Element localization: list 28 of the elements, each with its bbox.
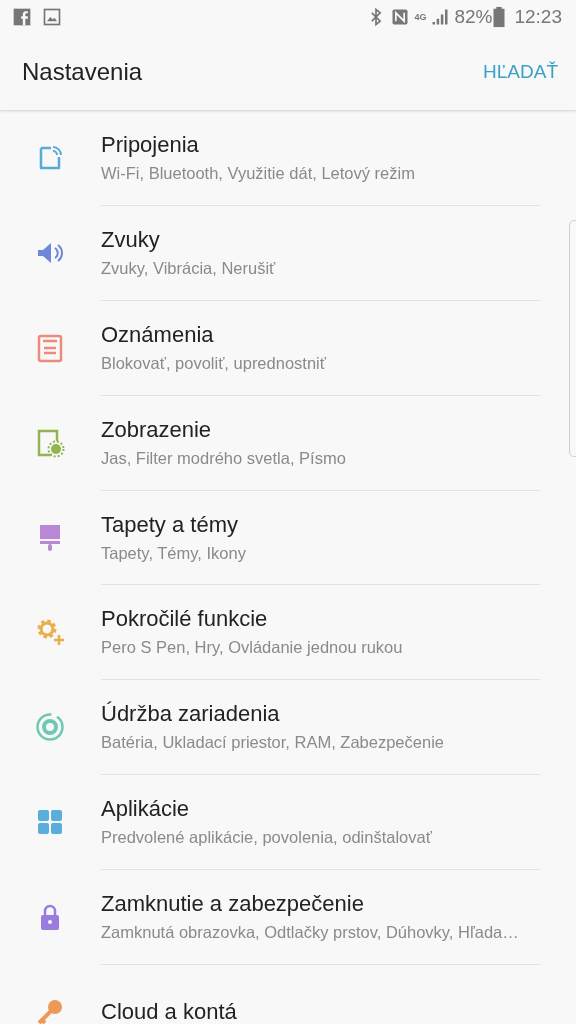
setting-summary: Zamknutá obrazovka, Odtlačky prstov, Dúhovky, Hľada… <box>101 922 520 942</box>
facebook-icon <box>12 7 32 27</box>
page-title: Nastavenia <box>22 58 144 86</box>
setting-summary: Zvuky, Vibrácia, Nerušiť <box>101 259 277 279</box>
setting-summary: Tapety, Témy, Ikony <box>101 543 247 563</box>
battery-percent: 82% <box>454 6 493 28</box>
setting-title[interactable]: Zamknutie a zabezpečenie <box>101 890 540 917</box>
setting-title[interactable]: Pripojenia <box>101 132 540 159</box>
signal-icon <box>430 7 451 27</box>
battery-icon <box>492 6 507 28</box>
setting-summary: Jas, Filter modrého svetla, Písmo <box>101 448 347 468</box>
setting-title[interactable]: Pokročilé funkcie <box>101 606 540 633</box>
image-icon <box>42 7 62 27</box>
clock: 12:23 <box>514 6 562 28</box>
network-type: 4G <box>414 12 427 22</box>
setting-title[interactable]: Údržba zariadenia <box>101 701 540 728</box>
setting-title[interactable]: Zvuky <box>101 227 540 254</box>
setting-summary: Blokovať, povoliť, uprednostniť <box>101 354 327 373</box>
setting-title[interactable]: Aplikácie <box>101 795 540 822</box>
setting-summary: Predvolené aplikácie, povolenia, odinštalovať <box>101 827 433 847</box>
nfc-icon <box>390 7 411 27</box>
setting-summary: Batéria, Ukladací priestor, RAM, Zabezpečenie <box>101 733 445 753</box>
setting-title[interactable]: Zobrazenie <box>101 416 540 443</box>
setting-summary: Wi-Fi, Bluetooth, Využitie dát, Letový režim <box>101 164 416 184</box>
setting-summary: Pero S Pen, Hry, Ovládanie jednou rukou <box>101 638 404 658</box>
setting-title[interactable]: Oznámenia <box>101 322 540 348</box>
setting-title[interactable]: Cloud a kontá <box>101 998 540 1024</box>
setting-title[interactable]: Tapety a témy <box>101 511 540 538</box>
